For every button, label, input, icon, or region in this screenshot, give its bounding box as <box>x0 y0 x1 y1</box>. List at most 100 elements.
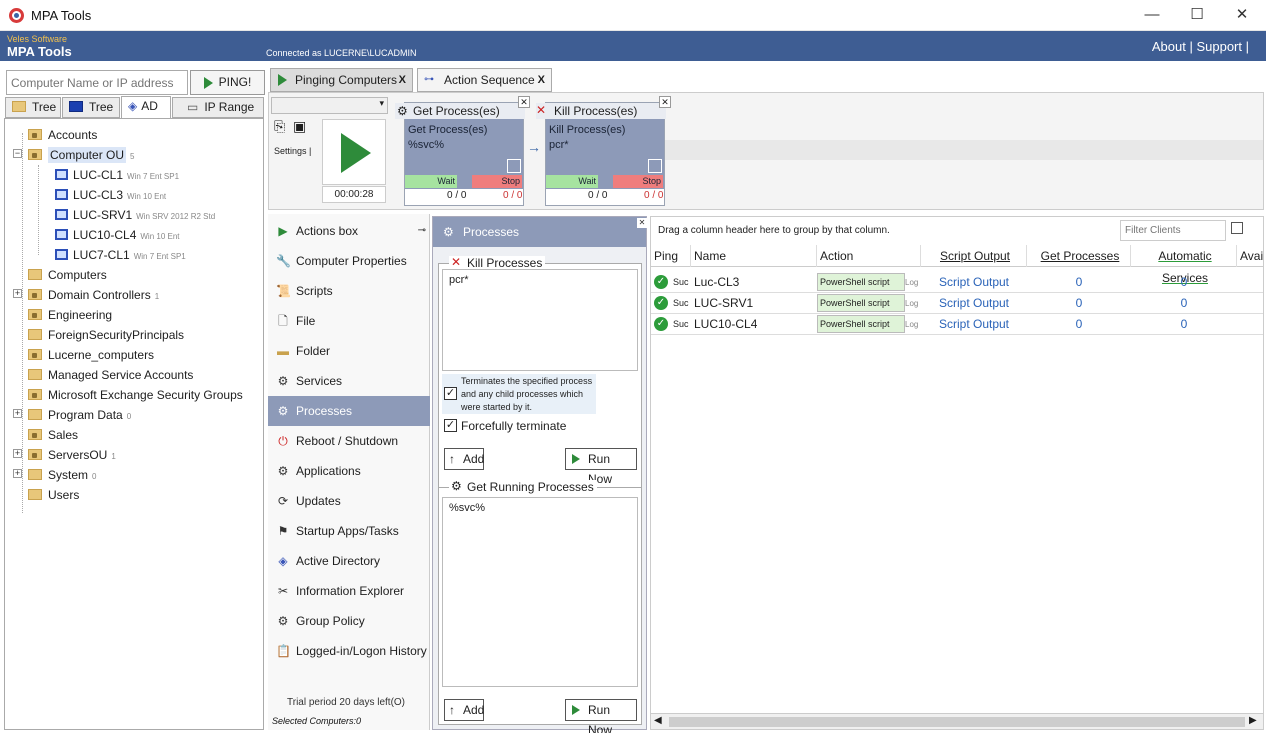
script-output-link[interactable]: Script Output <box>921 314 1027 335</box>
close-tab-icon[interactable]: X <box>399 69 406 91</box>
get-processes-input[interactable]: %svc% <box>442 497 638 687</box>
column-name[interactable]: Name <box>691 245 817 267</box>
stop-bar[interactable]: Stop <box>472 175 522 188</box>
tree-item-luc-srv1[interactable]: LUC-SRV1 Win SRV 2012 R2 Std <box>55 205 215 225</box>
close-button[interactable]: ✕ <box>1219 0 1265 31</box>
scrollbar-thumb[interactable] <box>669 717 1245 727</box>
column-script-output[interactable]: Script Output <box>921 245 1027 267</box>
force-terminate-checkbox[interactable]: ✓ <box>444 419 457 432</box>
table-row[interactable]: ✓ Suc LUC-SRV1 PowerShell script Log Scr… <box>651 293 1263 314</box>
action-processes[interactable]: ⚙ Processes <box>268 396 430 426</box>
automatic-services-link[interactable]: 0 <box>1131 272 1237 293</box>
tab-tree-2[interactable]: Tree 2 <box>62 97 120 133</box>
action-reboot-shutdown[interactable]: ⏻ Reboot / Shutdown <box>268 426 430 456</box>
search-input[interactable] <box>6 70 188 95</box>
tree-item-program-data[interactable]: Program Data 0 <box>28 405 131 425</box>
table-row[interactable]: ✓ Suc LUC10-CL4 PowerShell script Log Sc… <box>651 314 1263 335</box>
action-computer-properties[interactable]: 🔧 Computer Properties <box>268 246 430 276</box>
tab-action-sequence[interactable]: ⊶ Action Sequence X <box>417 68 552 92</box>
column-avail[interactable]: Avail <box>1237 245 1263 267</box>
get-processes-link[interactable]: 0 <box>1027 314 1131 335</box>
table-row[interactable]: ✓ Suc Luc-CL3 PowerShell script Log Scri… <box>651 272 1263 293</box>
automatic-services-link[interactable]: 0 <box>1131 293 1237 314</box>
scroll-left-icon[interactable]: ◀ <box>654 715 662 726</box>
action-services[interactable]: ⚙ Services <box>268 366 430 396</box>
close-card-icon[interactable]: ✕ <box>518 96 530 108</box>
horizontal-scrollbar[interactable]: ◀ ▶ <box>651 713 1263 729</box>
log-link[interactable]: Log <box>905 272 919 293</box>
action-information-explorer[interactable]: ✂ Information Explorer <box>268 576 430 606</box>
tree-item-exchange-security-groups[interactable]: Microsoft Exchange Security Groups <box>28 385 243 405</box>
expand-icon[interactable] <box>507 159 521 173</box>
column-automatic-services[interactable]: Automatic Services <box>1131 245 1237 285</box>
action-file[interactable]: 🗋 File <box>268 306 430 336</box>
stop-bar[interactable]: Stop <box>613 175 663 188</box>
tree-item-sales[interactable]: Sales <box>28 425 78 445</box>
automatic-services-link[interactable]: 0 <box>1131 314 1237 335</box>
terminate-children-checkbox[interactable]: ✓ <box>444 387 457 400</box>
tab-pinging-computers[interactable]: Pinging Computers X <box>270 68 413 92</box>
kill-processes-input[interactable]: pcr* <box>442 269 638 371</box>
tree-item-luc-cl3[interactable]: LUC-CL3 Win 10 Ent <box>55 185 166 205</box>
export-icon[interactable] <box>1231 222 1243 234</box>
tree-item-lucerne-computers[interactable]: Lucerne_computers <box>28 345 154 365</box>
action-logon-history[interactable]: 📋 Logged-in/Logon History <box>268 636 430 666</box>
sequence-select[interactable]: ▾ <box>271 97 388 114</box>
run-sequence-button[interactable] <box>322 119 386 185</box>
tree-item-computer-ou[interactable]: Computer OU 5 <box>28 145 134 165</box>
tab-ad[interactable]: ◈ AD <box>121 96 171 119</box>
sequence-card-get-processes[interactable]: ⚙ Get Process(es) ✕ Get Process(es) %svc%… <box>395 96 530 206</box>
tree-item-managed-service-accounts[interactable]: Managed Service Accounts <box>28 365 193 385</box>
add-button[interactable]: ↑ Add <box>444 448 484 470</box>
tree-item-luc7-cl1[interactable]: LUC7-CL1 Win 7 Ent SP1 <box>55 245 186 265</box>
tree-item-accounts[interactable]: Accounts <box>28 125 97 145</box>
maximize-button[interactable]: ☐ <box>1174 0 1220 31</box>
collapse-icon[interactable]: − <box>13 149 22 158</box>
action-folder[interactable]: ▬ Folder <box>268 336 430 366</box>
sequence-card-kill-processes[interactable]: ✕ Kill Process(es) ✕ Kill Process(es) pcr… <box>536 96 671 206</box>
column-get-processes[interactable]: Get Processes <box>1027 245 1131 267</box>
run-now-button[interactable]: Run Now <box>565 448 637 486</box>
run-now-button[interactable]: Run Now <box>565 699 637 733</box>
close-panel-icon[interactable]: ✕ <box>637 218 647 228</box>
settings-link[interactable]: Settings | <box>274 146 311 156</box>
expand-icon[interactable] <box>648 159 662 173</box>
action-active-directory[interactable]: ◈ Active Directory <box>268 546 430 576</box>
pin-icon[interactable]: ⊸ <box>418 216 426 246</box>
log-link[interactable]: Log <box>905 314 919 335</box>
action-updates[interactable]: ⟳ Updates <box>268 486 430 516</box>
tree-item-serversou[interactable]: ServersOU 1 <box>28 445 116 465</box>
filter-clients-input[interactable] <box>1120 220 1226 241</box>
scroll-right-icon[interactable]: ▶ <box>1249 715 1257 726</box>
tree-item-system[interactable]: System 0 <box>28 465 96 485</box>
expand-icon[interactable]: + <box>13 409 22 418</box>
action-applications[interactable]: ⚙ Applications <box>268 456 430 486</box>
tree-item-users[interactable]: Users <box>28 485 79 505</box>
save-icon[interactable]: ▣ <box>293 118 306 135</box>
close-card-icon[interactable]: ✕ <box>659 96 671 108</box>
add-button[interactable]: ↑ Add <box>444 699 484 721</box>
support-link[interactable]: Support | <box>1196 39 1249 54</box>
action-scripts[interactable]: 📜 Scripts <box>268 276 430 306</box>
wait-bar[interactable]: Wait <box>546 175 598 188</box>
tree-item-domain-controllers[interactable]: Domain Controllers 1 <box>28 285 159 305</box>
action-group-policy[interactable]: ⚙ Group Policy <box>268 606 430 636</box>
tree-item-foreign-security-principals[interactable]: ForeignSecurityPrincipals <box>28 325 184 345</box>
tree-item-engineering[interactable]: Engineering <box>28 305 112 325</box>
column-action[interactable]: Action <box>817 245 921 267</box>
script-output-link[interactable]: Script Output <box>921 293 1027 314</box>
tree-item-luc10-cl4[interactable]: LUC10-CL4 Win 10 Ent <box>55 225 180 245</box>
expand-icon[interactable]: + <box>13 289 22 298</box>
expand-icon[interactable]: + <box>13 449 22 458</box>
tree-item-luc-cl1[interactable]: LUC-CL1 Win 7 Ent SP1 <box>55 165 179 185</box>
action-startup-apps-tasks[interactable]: ⚑ Startup Apps/Tasks <box>268 516 430 546</box>
ping-button[interactable]: PING! <box>190 70 265 95</box>
about-link[interactable]: About | <box>1152 39 1193 54</box>
get-processes-link[interactable]: 0 <box>1027 293 1131 314</box>
log-link[interactable]: Log <box>905 293 919 314</box>
wait-bar[interactable]: Wait <box>405 175 457 188</box>
get-processes-link[interactable]: 0 <box>1027 272 1131 293</box>
column-ping[interactable]: Ping <box>651 245 691 267</box>
expand-icon[interactable]: + <box>13 469 22 478</box>
close-tab-icon[interactable]: X <box>538 69 545 91</box>
